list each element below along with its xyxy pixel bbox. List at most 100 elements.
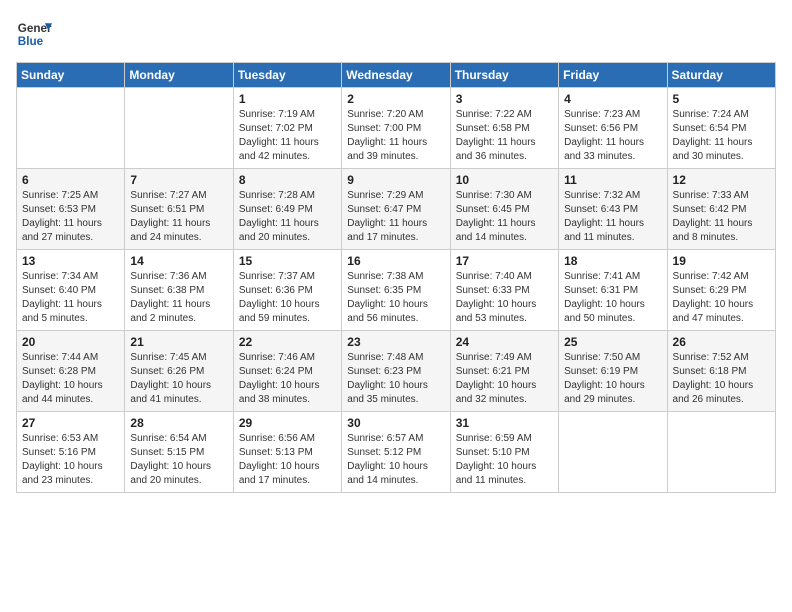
logo: General Blue <box>16 16 52 52</box>
day-info: Sunrise: 7:29 AM Sunset: 6:47 PM Dayligh… <box>347 189 444 245</box>
calendar-cell: 1 Sunrise: 7:19 AM Sunset: 7:02 PM Daylig… <box>233 88 341 169</box>
day-number: 14 <box>130 254 227 268</box>
calendar-cell: 20 Sunrise: 7:44 AM Sunset: 6:28 PM Dayli… <box>17 331 125 412</box>
calendar-cell: 16 Sunrise: 7:38 AM Sunset: 6:35 PM Dayli… <box>342 250 450 331</box>
day-number: 16 <box>347 254 444 268</box>
day-info: Sunrise: 7:38 AM Sunset: 6:35 PM Dayligh… <box>347 270 444 326</box>
day-info: Sunrise: 6:57 AM Sunset: 5:12 PM Dayligh… <box>347 432 444 488</box>
calendar-cell: 22 Sunrise: 7:46 AM Sunset: 6:24 PM Dayli… <box>233 331 341 412</box>
day-info: Sunrise: 6:53 AM Sunset: 5:16 PM Dayligh… <box>22 432 119 488</box>
day-info: Sunrise: 7:36 AM Sunset: 6:38 PM Dayligh… <box>130 270 227 326</box>
calendar-cell: 24 Sunrise: 7:49 AM Sunset: 6:21 PM Dayli… <box>450 331 558 412</box>
day-number: 17 <box>456 254 553 268</box>
logo-icon: General Blue <box>16 16 52 52</box>
calendar-cell: 28 Sunrise: 6:54 AM Sunset: 5:15 PM Dayli… <box>125 412 233 493</box>
day-number: 4 <box>564 92 661 106</box>
day-info: Sunrise: 7:45 AM Sunset: 6:26 PM Dayligh… <box>130 351 227 407</box>
weekday-header-monday: Monday <box>125 63 233 88</box>
day-info: Sunrise: 7:25 AM Sunset: 6:53 PM Dayligh… <box>22 189 119 245</box>
day-number: 20 <box>22 335 119 349</box>
weekday-header-sunday: Sunday <box>17 63 125 88</box>
day-info: Sunrise: 7:33 AM Sunset: 6:42 PM Dayligh… <box>673 189 770 245</box>
day-info: Sunrise: 7:40 AM Sunset: 6:33 PM Dayligh… <box>456 270 553 326</box>
calendar-cell <box>125 88 233 169</box>
day-info: Sunrise: 7:20 AM Sunset: 7:00 PM Dayligh… <box>347 108 444 164</box>
day-info: Sunrise: 7:41 AM Sunset: 6:31 PM Dayligh… <box>564 270 661 326</box>
calendar-cell: 9 Sunrise: 7:29 AM Sunset: 6:47 PM Daylig… <box>342 169 450 250</box>
day-number: 6 <box>22 173 119 187</box>
day-number: 23 <box>347 335 444 349</box>
calendar-cell: 21 Sunrise: 7:45 AM Sunset: 6:26 PM Dayli… <box>125 331 233 412</box>
calendar-week-5: 27Sunrise: 6:53 AM Sunset: 5:16 PM Dayli… <box>17 412 776 493</box>
calendar-week-3: 13 Sunrise: 7:34 AM Sunset: 6:40 PM Dayli… <box>17 250 776 331</box>
calendar-week-2: 6 Sunrise: 7:25 AM Sunset: 6:53 PM Daylig… <box>17 169 776 250</box>
day-number: 8 <box>239 173 336 187</box>
day-number: 24 <box>456 335 553 349</box>
day-number: 1 <box>239 92 336 106</box>
day-info: Sunrise: 7:34 AM Sunset: 6:40 PM Dayligh… <box>22 270 119 326</box>
calendar-cell: 26Sunrise: 7:52 AM Sunset: 6:18 PM Dayli… <box>667 331 775 412</box>
day-number: 28 <box>130 416 227 430</box>
calendar-cell: 23 Sunrise: 7:48 AM Sunset: 6:23 PM Dayli… <box>342 331 450 412</box>
calendar-cell <box>17 88 125 169</box>
day-info: Sunrise: 7:23 AM Sunset: 6:56 PM Dayligh… <box>564 108 661 164</box>
calendar-cell: 15Sunrise: 7:37 AM Sunset: 6:36 PM Dayli… <box>233 250 341 331</box>
day-info: Sunrise: 7:52 AM Sunset: 6:18 PM Dayligh… <box>673 351 770 407</box>
day-number: 12 <box>673 173 770 187</box>
calendar-cell <box>559 412 667 493</box>
calendar-cell: 12 Sunrise: 7:33 AM Sunset: 6:42 PM Dayli… <box>667 169 775 250</box>
day-info: Sunrise: 6:54 AM Sunset: 5:15 PM Dayligh… <box>130 432 227 488</box>
calendar-cell: 13 Sunrise: 7:34 AM Sunset: 6:40 PM Dayli… <box>17 250 125 331</box>
day-number: 2 <box>347 92 444 106</box>
calendar-cell: 17 Sunrise: 7:40 AM Sunset: 6:33 PM Dayli… <box>450 250 558 331</box>
day-info: Sunrise: 7:42 AM Sunset: 6:29 PM Dayligh… <box>673 270 770 326</box>
day-number: 9 <box>347 173 444 187</box>
day-info: Sunrise: 7:49 AM Sunset: 6:21 PM Dayligh… <box>456 351 553 407</box>
calendar-cell: 31 Sunrise: 6:59 AM Sunset: 5:10 PM Dayli… <box>450 412 558 493</box>
day-info: Sunrise: 7:28 AM Sunset: 6:49 PM Dayligh… <box>239 189 336 245</box>
day-info: Sunrise: 7:22 AM Sunset: 6:58 PM Dayligh… <box>456 108 553 164</box>
calendar-cell: 25Sunrise: 7:50 AM Sunset: 6:19 PM Dayli… <box>559 331 667 412</box>
day-info: Sunrise: 6:59 AM Sunset: 5:10 PM Dayligh… <box>456 432 553 488</box>
calendar-cell: 5Sunrise: 7:24 AM Sunset: 6:54 PM Daylig… <box>667 88 775 169</box>
calendar-cell: 29Sunrise: 6:56 AM Sunset: 5:13 PM Dayli… <box>233 412 341 493</box>
day-number: 21 <box>130 335 227 349</box>
day-number: 11 <box>564 173 661 187</box>
day-info: Sunrise: 7:19 AM Sunset: 7:02 PM Dayligh… <box>239 108 336 164</box>
calendar-cell: 27Sunrise: 6:53 AM Sunset: 5:16 PM Dayli… <box>17 412 125 493</box>
day-number: 31 <box>456 416 553 430</box>
day-number: 29 <box>239 416 336 430</box>
calendar-cell: 18Sunrise: 7:41 AM Sunset: 6:31 PM Dayli… <box>559 250 667 331</box>
weekday-header-saturday: Saturday <box>667 63 775 88</box>
calendar-cell: 30 Sunrise: 6:57 AM Sunset: 5:12 PM Dayli… <box>342 412 450 493</box>
calendar: SundayMondayTuesdayWednesdayThursdayFrid… <box>16 62 776 493</box>
day-number: 3 <box>456 92 553 106</box>
weekday-header-thursday: Thursday <box>450 63 558 88</box>
calendar-cell: 4 Sunrise: 7:23 AM Sunset: 6:56 PM Daylig… <box>559 88 667 169</box>
calendar-cell: 8 Sunrise: 7:28 AM Sunset: 6:49 PM Daylig… <box>233 169 341 250</box>
day-info: Sunrise: 7:48 AM Sunset: 6:23 PM Dayligh… <box>347 351 444 407</box>
day-info: Sunrise: 7:50 AM Sunset: 6:19 PM Dayligh… <box>564 351 661 407</box>
calendar-cell: 19 Sunrise: 7:42 AM Sunset: 6:29 PM Dayli… <box>667 250 775 331</box>
day-number: 10 <box>456 173 553 187</box>
calendar-cell: 10 Sunrise: 7:30 AM Sunset: 6:45 PM Dayli… <box>450 169 558 250</box>
weekday-header-tuesday: Tuesday <box>233 63 341 88</box>
weekday-header-friday: Friday <box>559 63 667 88</box>
day-info: Sunrise: 7:44 AM Sunset: 6:28 PM Dayligh… <box>22 351 119 407</box>
day-info: Sunrise: 7:37 AM Sunset: 6:36 PM Dayligh… <box>239 270 336 326</box>
day-info: Sunrise: 7:30 AM Sunset: 6:45 PM Dayligh… <box>456 189 553 245</box>
calendar-cell: 14 Sunrise: 7:36 AM Sunset: 6:38 PM Dayli… <box>125 250 233 331</box>
calendar-cell: 6 Sunrise: 7:25 AM Sunset: 6:53 PM Daylig… <box>17 169 125 250</box>
day-number: 13 <box>22 254 119 268</box>
day-number: 19 <box>673 254 770 268</box>
calendar-cell: 2 Sunrise: 7:20 AM Sunset: 7:00 PM Daylig… <box>342 88 450 169</box>
calendar-week-1: 1 Sunrise: 7:19 AM Sunset: 7:02 PM Daylig… <box>17 88 776 169</box>
calendar-cell: 7Sunrise: 7:27 AM Sunset: 6:51 PM Daylig… <box>125 169 233 250</box>
calendar-header-row: SundayMondayTuesdayWednesdayThursdayFrid… <box>17 63 776 88</box>
day-info: Sunrise: 7:24 AM Sunset: 6:54 PM Dayligh… <box>673 108 770 164</box>
day-info: Sunrise: 7:46 AM Sunset: 6:24 PM Dayligh… <box>239 351 336 407</box>
day-number: 30 <box>347 416 444 430</box>
day-number: 7 <box>130 173 227 187</box>
calendar-body: 1 Sunrise: 7:19 AM Sunset: 7:02 PM Daylig… <box>17 88 776 493</box>
day-number: 22 <box>239 335 336 349</box>
